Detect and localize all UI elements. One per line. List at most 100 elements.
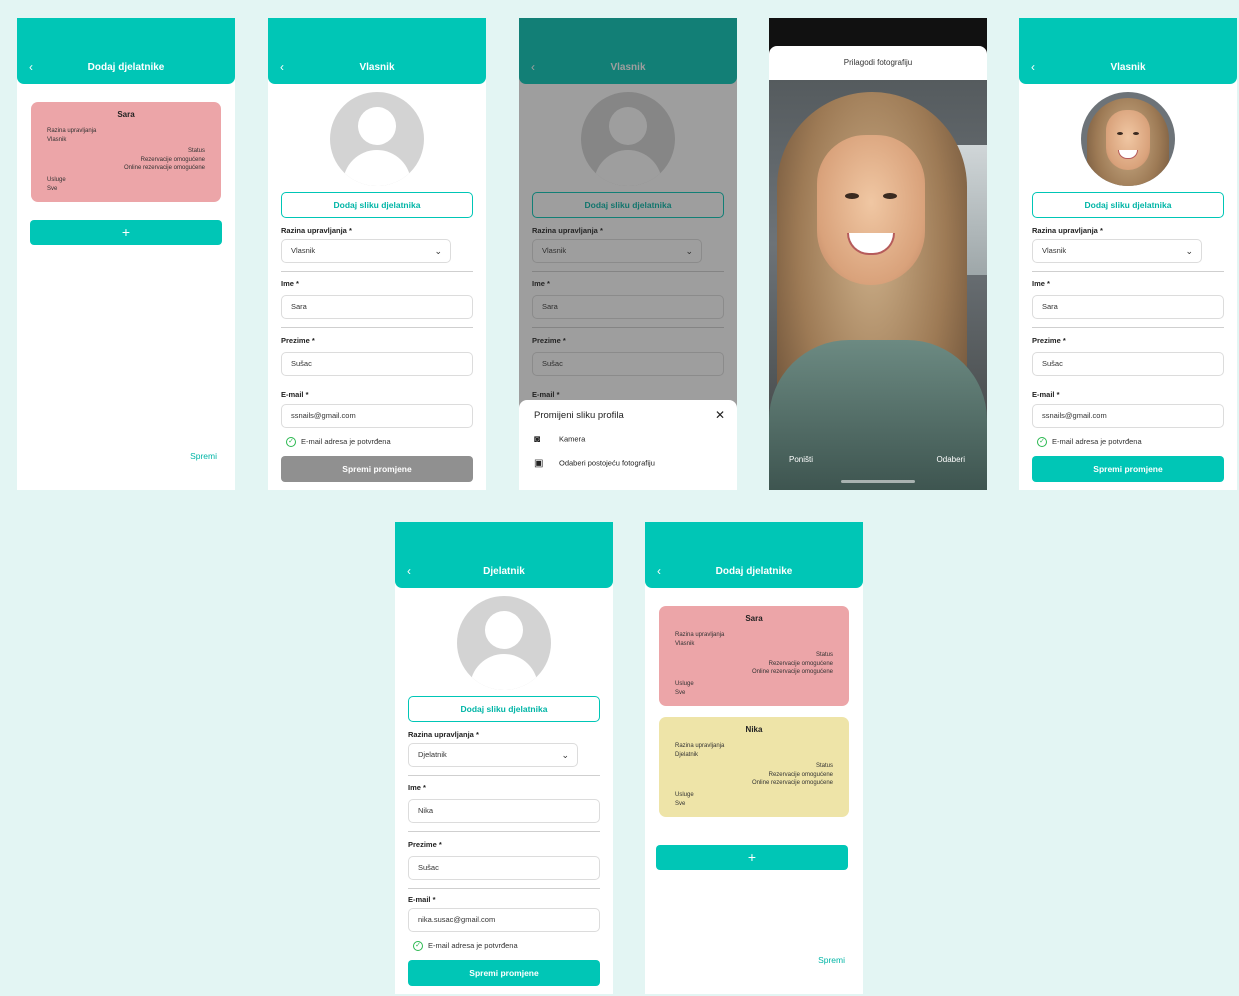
chevron-left-icon[interactable]: ‹ — [657, 564, 661, 578]
save-link[interactable]: Spremi — [190, 451, 217, 461]
role-label: Razina upravljanja * — [1032, 226, 1103, 235]
first-name-input[interactable]: Sara — [1032, 295, 1224, 319]
chevron-left-icon[interactable]: ‹ — [1031, 60, 1035, 74]
plus-icon: + — [121, 224, 131, 240]
chevron-down-icon: ⌄ — [1185, 246, 1193, 256]
services-value: Sve — [675, 801, 686, 807]
role-label: Razina upravljanja * — [281, 226, 352, 235]
screen-owner-edit: ‹ Vlasnik Dodaj sliku djelatnika Razina … — [268, 18, 486, 490]
photo-face — [817, 135, 925, 285]
email-input[interactable]: nika.susac@gmail.com — [408, 908, 600, 932]
person-placeholder-icon — [457, 596, 551, 690]
services-value: Sve — [675, 690, 686, 696]
add-employee-button[interactable]: + — [656, 845, 848, 870]
page-title: Dodaj djelatnike — [715, 566, 793, 577]
first-name-input[interactable]: Sara — [281, 295, 473, 319]
photo-shirt — [769, 340, 987, 490]
employee-name: Sara — [745, 614, 763, 623]
divider — [281, 327, 473, 328]
role-value: Vlasnik — [1042, 246, 1067, 255]
check-circle-icon: ✓ — [1037, 437, 1047, 448]
last-name-input[interactable]: Sušac — [1032, 352, 1224, 376]
services-label: Usluge — [675, 792, 694, 798]
email-verified-text: E-mail adresa je potvrđena — [301, 437, 391, 446]
save-link[interactable]: Spremi — [818, 955, 845, 965]
gallery-option-label: Odaberi postojeću fotografiju — [559, 458, 655, 468]
surname-label: Prezime * — [1032, 336, 1066, 345]
chevron-down-icon: ⌄ — [434, 246, 442, 256]
email-input[interactable]: ssnails@gmail.com — [281, 404, 473, 428]
select-button[interactable]: Odaberi — [937, 455, 965, 464]
app-header: ‹ Vlasnik — [1019, 18, 1237, 84]
camera-option-label: Kamera — [559, 434, 586, 444]
app-header: ‹ Vlasnik — [268, 18, 486, 84]
chevron-left-icon[interactable]: ‹ — [280, 60, 284, 74]
camera-option[interactable]: ◙ Kamera — [534, 434, 585, 445]
gallery-icon: ▣ — [534, 458, 544, 469]
email-input[interactable]: ssnails@gmail.com — [1032, 404, 1224, 428]
screen-worker-edit: ‹ Djelatnik Dodaj sliku djelatnika Razin… — [395, 522, 613, 994]
add-photo-button[interactable]: Dodaj sliku djelatnika — [1032, 192, 1224, 218]
screen-crop-photo: Prilagodi fotografiju Poništi Odaberi — [769, 18, 987, 490]
page-title: Djelatnik — [483, 566, 525, 577]
chevron-down-icon: ⌄ — [561, 750, 569, 760]
crop-title: Prilagodi fotografiju — [769, 46, 987, 80]
divider — [1032, 327, 1224, 328]
add-photo-button[interactable]: Dodaj sliku djelatnika — [281, 192, 473, 218]
role-label: Razina upravljanja — [47, 128, 97, 134]
last-name-input[interactable]: Sušac — [408, 856, 600, 880]
last-name-input[interactable]: Sušac — [281, 352, 473, 376]
role-select[interactable]: Vlasnik ⌄ — [281, 239, 451, 263]
add-employee-button[interactable]: + — [30, 220, 222, 245]
add-photo-button[interactable]: Dodaj sliku djelatnika — [408, 696, 600, 722]
employee-card-sara[interactable]: Sara Razina upravljanja Vlasnik Status R… — [31, 102, 221, 202]
employee-card-sara[interactable]: Sara Razina upravljanja Vlasnik Status R… — [659, 606, 849, 706]
person-placeholder-icon — [330, 92, 424, 186]
role-select[interactable]: Vlasnik ⌄ — [1032, 239, 1202, 263]
sheet-title: Promijeni sliku profila — [534, 410, 624, 421]
services-label: Usluge — [675, 681, 694, 687]
role-select[interactable]: Djelatnik ⌄ — [408, 743, 578, 767]
avatar[interactable] — [1081, 92, 1175, 186]
close-icon[interactable]: ✕ — [715, 408, 725, 422]
screen-owner-with-photo: ‹ Vlasnik Dodaj sliku djelatnika Razina … — [1019, 18, 1237, 490]
surname-label: Prezime * — [281, 336, 315, 345]
save-changes-button[interactable]: Spremi promjene — [408, 960, 600, 986]
email-verified-text: E-mail adresa je potvrđena — [428, 941, 518, 950]
chevron-left-icon[interactable]: ‹ — [407, 564, 411, 578]
online-booking-status: Online rezervacije omogućene — [123, 165, 205, 171]
gallery-option[interactable]: ▣ Odaberi postojeću fotografiju — [534, 458, 655, 469]
divider — [408, 888, 600, 889]
screen-add-employees-list: ‹ Dodaj djelatnike Sara Razina upravljan… — [645, 522, 863, 994]
role-value: Vlasnik — [47, 137, 67, 143]
screen-add-employees: ‹ Dodaj djelatnike Sara Razina upravljan… — [17, 18, 235, 490]
employee-name: Sara — [117, 110, 135, 119]
role-value: Djelatnik — [418, 750, 447, 759]
email-verified: ✓ E-mail adresa je potvrđena — [1037, 437, 1142, 448]
save-changes-button[interactable]: Spremi promjene — [281, 456, 473, 482]
app-header: ‹ Dodaj djelatnike — [17, 18, 235, 84]
plus-icon: + — [747, 849, 757, 865]
chevron-left-icon[interactable]: ‹ — [29, 60, 33, 74]
cancel-button[interactable]: Poništi — [789, 455, 813, 464]
divider — [408, 831, 600, 832]
online-booking-status: Online rezervacije omogućene — [751, 780, 833, 786]
services-value: Sve — [47, 186, 58, 192]
app-header: ‹ Djelatnik — [395, 522, 613, 588]
check-circle-icon: ✓ — [413, 941, 423, 952]
first-name-input[interactable]: Nika — [408, 799, 600, 823]
role-label: Razina upravljanja * — [408, 730, 479, 739]
photo-preview[interactable] — [769, 80, 987, 490]
divider — [408, 775, 600, 776]
save-changes-button[interactable]: Spremi promjene — [1032, 456, 1224, 482]
role-value: Vlasnik — [291, 246, 316, 255]
divider — [1032, 271, 1224, 272]
employee-card-nika[interactable]: Nika Razina upravljanja Djelatnik Status… — [659, 717, 849, 817]
surname-label: Prezime * — [408, 840, 442, 849]
email-verified-text: E-mail adresa je potvrđena — [1052, 437, 1142, 446]
page-title: Dodaj djelatnike — [87, 62, 165, 73]
camera-icon: ◙ — [534, 434, 541, 445]
page-title: Vlasnik — [1110, 62, 1146, 73]
status-label: Status — [187, 148, 205, 154]
page-title: Vlasnik — [359, 62, 395, 73]
